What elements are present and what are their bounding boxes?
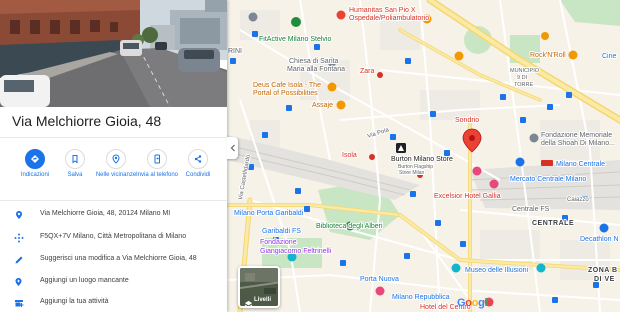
street-photo-image [0,0,227,107]
label-garibaldi-fs: Garibaldi FS [262,228,301,235]
plus-code-row[interactable]: F5QX+7V Milano, Città Metropolitana di M… [0,227,227,249]
label-milano-centrale: Milano Centrale [556,161,605,168]
google-logo-letter: e [487,297,494,309]
restaurant-icon [454,51,464,61]
place-title: Via Melchiorre Gioia, 48 [12,113,162,129]
bookmark-icon [65,149,85,169]
label-assaje: Assaje [312,102,333,109]
label-chiesa: Chiesa di Santa [289,58,339,65]
museum-icon [536,263,546,273]
restaurant-icon [336,100,346,110]
action-bar: Indicazioni Salva Nelle vicinanze Invia … [4,145,224,197]
label-burton-3: Store Milan [399,170,425,176]
label-fitactive: FitActive Milano Stelvio [259,36,331,43]
nearby-icon [106,149,126,169]
add-missing-place-row[interactable]: Aggiungi un luogo mancante [0,271,227,293]
share-label: Condividi [185,172,211,178]
divider [0,200,227,201]
label-zona-b: ZONA B [588,267,618,274]
restaurant-icon [568,50,578,60]
label-caiazzo: Caiazzo [567,197,589,203]
train-station-icon [541,160,553,166]
layers-button[interactable]: Livelli [238,266,280,308]
hotel-icon [489,179,499,189]
market-icon [515,157,525,167]
label-decathlon: Decathlon N [580,236,619,243]
train-station-icon [304,206,310,212]
save-button[interactable]: Salva [54,145,94,197]
collapse-panel-button[interactable] [227,137,238,159]
label-burton: Burton Milano Store [391,156,453,163]
directions-button[interactable]: Indicazioni [14,145,54,197]
label-municipio-3: TORRE [514,82,533,88]
gym-icon [291,17,301,27]
label-rini: RINI [228,48,242,55]
business-icon [13,297,25,309]
label-humanitas: Humanitas San Pio X [349,7,416,14]
add-business-text: Aggiungi la tua attività [40,298,109,305]
label-municipio: MUNICIPIO [510,68,540,74]
label-zona-b-2: DI VE [594,276,615,283]
layers-label: Livelli [254,297,272,303]
send-to-phone-button[interactable]: Invia al telefono [136,145,178,197]
label-fond-giang-2: Giangiacomo Feltrinelli [260,248,332,255]
directions-icon [25,149,45,169]
hotel-icon [375,286,385,296]
store-icon [599,223,609,233]
suggest-edit-text: Suggerisci una modifica a Via Melchiorre… [40,255,197,262]
chevron-left-icon [230,144,235,152]
label-centrale: CENTRALE [532,220,574,227]
restaurant-icon [248,12,258,22]
label-deus-2: Portal of Possibilities [253,90,318,97]
label-municipio-2: 9 DI [517,75,528,81]
add-missing-place-text: Aggiungi un luogo mancante [40,277,129,284]
label-rocknroll: Rock'N'Roll [530,52,566,59]
street-view-photo[interactable] [0,0,227,107]
label-sondrio: Sondrio [455,117,479,124]
label-museo: Museo delle Illusioni [465,267,528,274]
label-cine: Cine [602,53,617,60]
hotel-icon [472,166,482,176]
label-mercato: Mercato Centrale Milano [510,176,586,183]
address-row[interactable]: Via Melchiorre Gioia, 48, 20124 Milano M… [0,204,227,226]
label-deus: Deus Cafe Isola - The [253,82,321,89]
share-icon [188,149,208,169]
place-panel: Via Melchiorre Gioia, 48 Indicazioni Sal… [0,0,227,312]
label-excelsior: Excelsior Hotel Gallia [434,193,501,200]
label-isola: Isola [342,152,357,159]
cafe-icon [327,82,337,92]
label-porta-nuova: Porta Nuova [360,276,399,283]
google-logo: Google [457,297,493,309]
label-humanitas-sub: Ospedale/Poliambulatorio [349,15,429,22]
label-biblioteca: Biblioteca degli Alberi [316,223,383,230]
add-place-icon [13,276,25,288]
shop-icon [369,154,375,160]
label-fond-shoah-2: della Shoah Di Milano... [541,140,615,147]
shop-icon [377,72,383,78]
location-pin-icon [13,209,25,221]
culture-icon [451,263,461,273]
divider [0,137,227,138]
label-zara: Zara [360,68,375,75]
restaurant-icon [541,32,549,40]
label-garibaldi: Milano Porta Garibaldi [234,210,304,217]
pencil-icon [13,254,25,266]
plus-code-text: F5QX+7V Milano, Città Metropolitana di M… [40,233,187,240]
share-button[interactable]: Condividi [177,145,217,197]
label-centrale-fs: Centrale FS [512,206,550,213]
memorial-icon [529,133,539,143]
layers-icon [244,296,253,306]
suggest-edit-row[interactable]: Suggerisci una modifica a Via Melchiorre… [0,249,227,271]
send-to-phone-icon [147,149,167,169]
label-repubblica: Milano Repubblica [392,294,450,301]
add-business-row[interactable]: Aggiungi la tua attività [0,292,227,312]
label-fond-shoah: Fondazione Memoriale [541,132,612,139]
label-fond-giang: Fondazione [260,239,297,246]
address-text: Via Melchiorre Gioia, 48, 20124 Milano M… [40,210,171,217]
plus-code-icon [13,232,25,244]
label-chiesa-2: Maria alla Fontana [287,66,345,73]
hospital-icon [336,10,346,20]
nearby-button[interactable]: Nelle vicinanze [95,145,136,197]
